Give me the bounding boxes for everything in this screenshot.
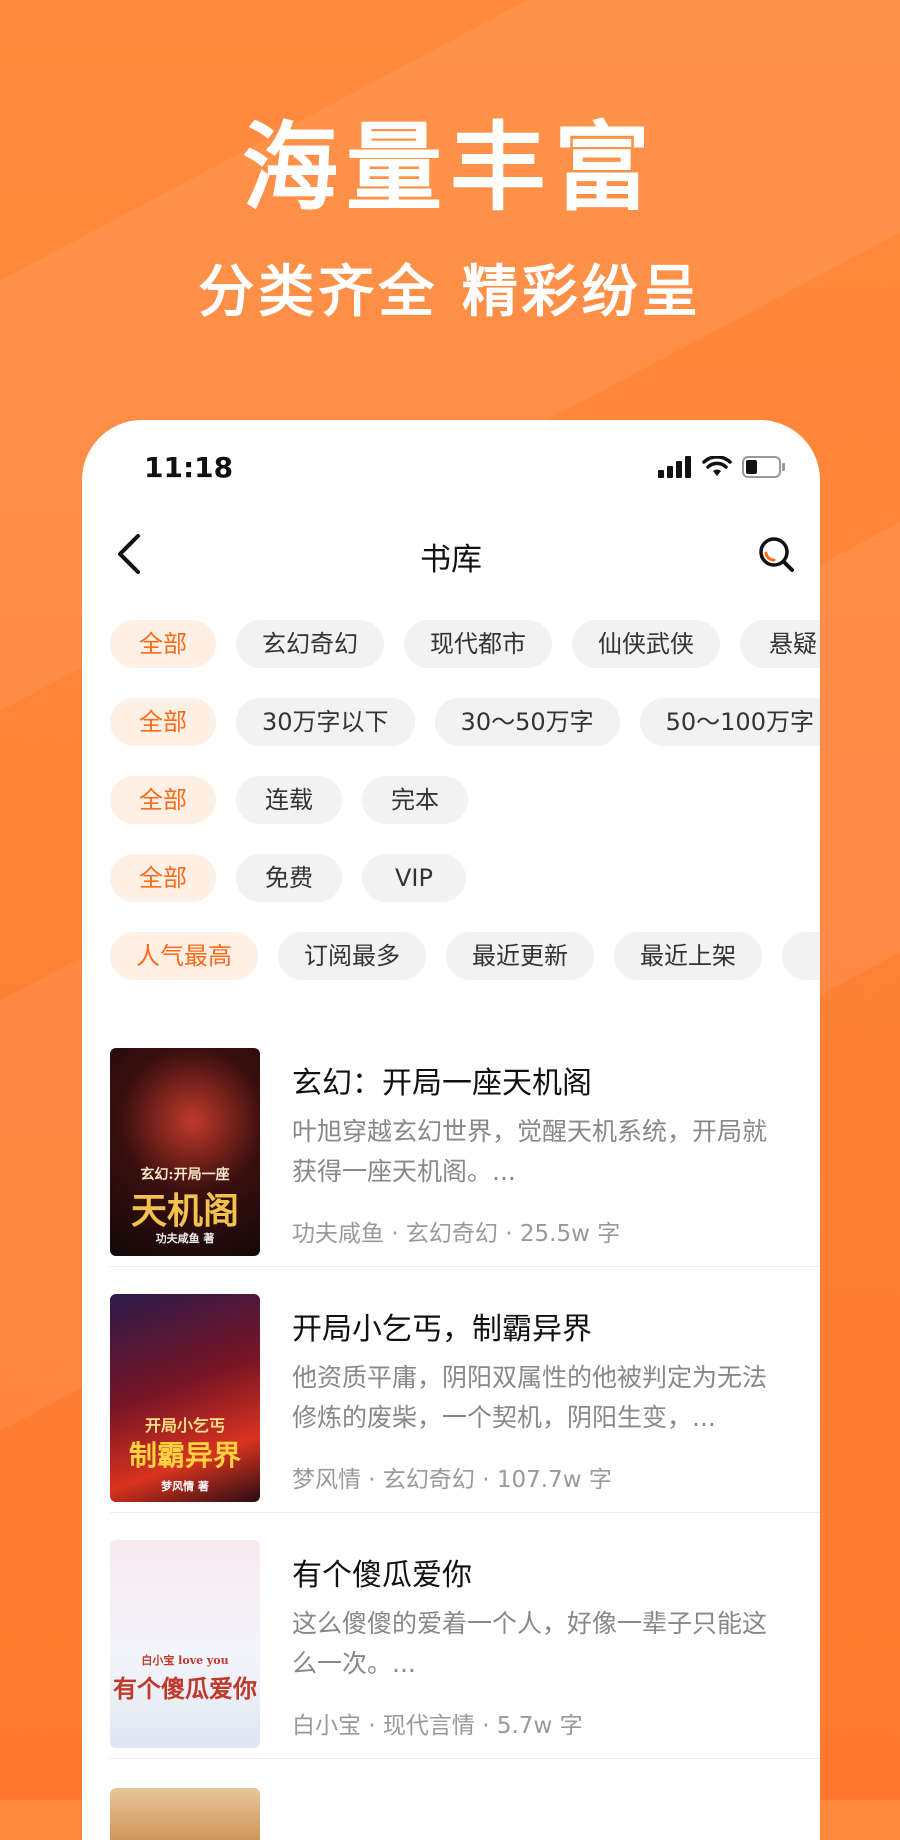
book-item[interactable]: 白小宝 love you 有个傻瓜爱你 有个傻瓜爱你 这么傻傻的爱着一个人，好像… xyxy=(110,1540,820,1750)
cover-title: 有个傻瓜爱你 xyxy=(113,1674,257,1703)
book-title: 有个傻瓜爱你 xyxy=(292,1558,472,1593)
divider xyxy=(110,1512,820,1513)
hero-subtitle: 分类齐全 精彩纷呈 xyxy=(198,260,702,325)
cover-author: 梦风情 著 xyxy=(161,1480,209,1493)
chip-status-finished[interactable]: 完本 xyxy=(362,776,468,824)
hero-title: 海量丰富 xyxy=(242,112,658,224)
cover-author: 功夫咸鱼 著 xyxy=(155,1232,215,1245)
book-meta: 梦风情 · 玄幻奇幻 · 107.7w 字 xyxy=(292,1467,612,1493)
signal-icon xyxy=(658,456,691,478)
divider xyxy=(110,1266,820,1267)
chip-words-50-100[interactable]: 50～100万字 xyxy=(639,698,820,746)
cover-subtitle: 开局小乞丐 xyxy=(144,1416,225,1435)
book-description: 叶旭穿越玄幻世界，觉醒天机系统，开局就获得一座天机阁。... xyxy=(292,1117,768,1186)
search-icon[interactable] xyxy=(756,534,796,574)
page-title: 书库 xyxy=(420,542,482,578)
filter-row-sort: 人气最高 订阅最多 最近更新 最近上架 xyxy=(110,932,820,980)
filter-row-word-count: 全部 30万字以下 30～50万字 50～100万字 xyxy=(110,698,820,746)
chip-price-all[interactable]: 全部 xyxy=(110,854,216,902)
filter-row-status: 全部 连载 完本 xyxy=(110,776,468,824)
chip-category-all[interactable]: 全部 xyxy=(110,620,216,668)
wifi-icon xyxy=(702,456,732,476)
book-description: 这么傻傻的爱着一个人，好像一辈子只能这么一次。... xyxy=(292,1609,768,1678)
chip-sort-subscribed[interactable]: 订阅最多 xyxy=(278,932,426,980)
chip-price-free[interactable]: 免费 xyxy=(236,854,342,902)
filter-row-category: 全部 玄幻奇幻 现代都市 仙侠武侠 悬疑 xyxy=(110,620,820,668)
chip-category-xuanhuan[interactable]: 玄幻奇幻 xyxy=(236,620,384,668)
book-item[interactable]: 开局小乞丐 制霸异界 梦风情 著 开局小乞丐，制霸异界 他资质平庸，阴阳双属性的… xyxy=(110,1294,820,1504)
phone-screen: 11:18 书库 全部 玄幻奇幻 现代都市 仙侠武侠 悬疑 全部 30万字以下 … xyxy=(82,420,820,1840)
status-time: 11:18 xyxy=(144,451,234,484)
book-meta: 白小宝 · 现代言情 · 5.7w 字 xyxy=(292,1713,583,1739)
book-cover xyxy=(110,1788,260,1840)
chip-sort-more[interactable] xyxy=(782,932,820,980)
chip-words-under-30[interactable]: 30万字以下 xyxy=(236,698,415,746)
cover-title: 制霸异界 xyxy=(128,1439,241,1472)
chip-category-xianxia[interactable]: 仙侠武侠 xyxy=(572,620,720,668)
chip-category-suspense[interactable]: 悬疑 xyxy=(740,620,820,668)
book-description: 他资质平庸，阴阳双属性的他被判定为无法修炼的废柴，一个契机，阴阳生变，... xyxy=(292,1363,768,1432)
chip-status-all[interactable]: 全部 xyxy=(110,776,216,824)
filter-row-price: 全部 免费 VIP xyxy=(110,854,466,902)
cover-title: 天机阁 xyxy=(130,1190,239,1232)
chip-sort-new[interactable]: 最近上架 xyxy=(614,932,762,980)
chip-words-30-50[interactable]: 30～50万字 xyxy=(434,698,620,746)
book-title: 开局小乞丐，制霸异界 xyxy=(292,1312,592,1347)
book-cover: 开局小乞丐 制霸异界 梦风情 著 xyxy=(110,1294,260,1502)
status-bar: 11:18 xyxy=(144,448,786,488)
divider xyxy=(110,1758,820,1759)
status-icons xyxy=(658,456,786,478)
book-meta: 功夫咸鱼 · 玄幻奇幻 · 25.5w 字 xyxy=(292,1221,621,1247)
book-cover: 玄幻:开局一座 天机阁 功夫咸鱼 著 xyxy=(110,1048,260,1256)
chip-category-urban[interactable]: 现代都市 xyxy=(404,620,552,668)
cover-subtitle: 白小宝 love you xyxy=(141,1654,229,1667)
book-item[interactable]: 玄幻:开局一座 天机阁 功夫咸鱼 著 玄幻：开局一座天机阁 叶旭穿越玄幻世界，觉… xyxy=(110,1048,820,1258)
cover-subtitle: 玄幻:开局一座 xyxy=(140,1167,230,1183)
chip-words-all[interactable]: 全部 xyxy=(110,698,216,746)
battery-icon xyxy=(742,456,785,478)
chip-status-ongoing[interactable]: 连载 xyxy=(236,776,342,824)
navbar: 书库 xyxy=(82,520,820,590)
book-cover: 白小宝 love you 有个傻瓜爱你 xyxy=(110,1540,260,1748)
chip-sort-updated[interactable]: 最近更新 xyxy=(446,932,594,980)
chip-sort-popular[interactable]: 人气最高 xyxy=(110,932,258,980)
book-title: 玄幻：开局一座天机阁 xyxy=(292,1066,592,1101)
chip-price-vip[interactable]: VIP xyxy=(362,854,466,902)
